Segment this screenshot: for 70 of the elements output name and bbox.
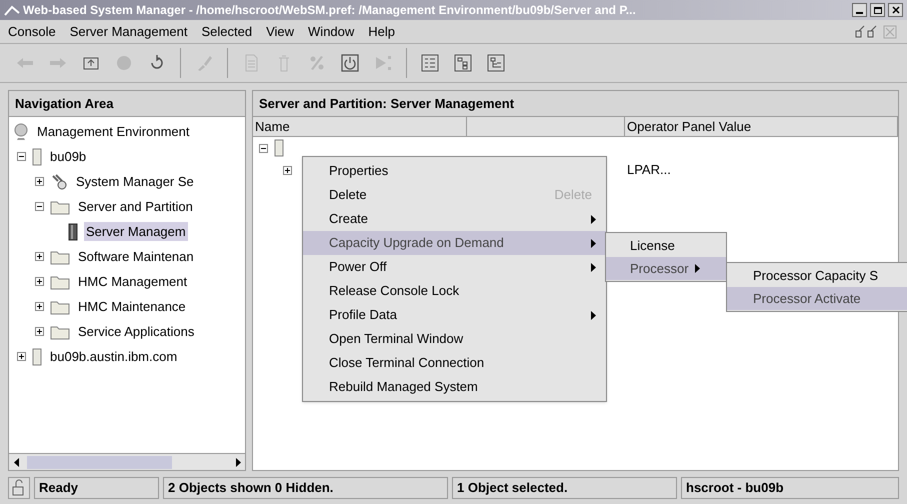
menu-item[interactable]: Processor Capacity S <box>727 264 907 287</box>
menu-item[interactable]: Processor <box>606 257 726 280</box>
server-icon <box>32 348 42 366</box>
menu-item[interactable]: Processor Activate <box>727 287 907 310</box>
menu-item[interactable]: Properties <box>303 159 606 183</box>
folder-icon <box>50 198 70 214</box>
folder-icon <box>50 298 70 314</box>
tree-item[interactable]: Software Maintenan <box>76 246 196 266</box>
expand-toggle-icon[interactable] <box>35 177 44 186</box>
minimize-button[interactable] <box>852 3 867 17</box>
tree-item[interactable]: HMC Management <box>76 272 190 292</box>
close-button[interactable] <box>888 3 903 17</box>
rack-icon <box>68 222 78 240</box>
maximize-button[interactable] <box>870 3 885 17</box>
menu-item[interactable]: License <box>606 234 726 257</box>
tree-item[interactable]: Server Managem <box>84 222 188 242</box>
column-header[interactable]: Name <box>253 117 467 136</box>
tree-item[interactable]: Server and Partition <box>76 196 195 216</box>
menu-item[interactable]: Open Terminal Window <box>303 327 606 351</box>
status-field: hscroot - bu09b <box>681 476 899 498</box>
tree-item[interactable]: bu09b <box>48 146 88 166</box>
scroll-right-icon[interactable] <box>236 458 240 466</box>
column-header[interactable]: Operator Panel Value <box>625 117 898 136</box>
menu-item[interactable]: Capacity Upgrade on Demand <box>303 231 606 255</box>
menu-item[interactable]: Server Management <box>70 22 188 42</box>
folder-icon <box>50 274 70 290</box>
expand-toggle-icon[interactable] <box>35 252 44 261</box>
lock-icon <box>8 476 30 498</box>
menu-item[interactable]: Release Console Lock <box>303 279 606 303</box>
menu-item[interactable]: Rebuild Managed System <box>303 375 606 399</box>
menu-item[interactable]: Selected <box>201 22 252 42</box>
menu-item[interactable]: Close Terminal Connection <box>303 351 606 375</box>
status-field: 2 Objects shown 0 Hidden. <box>163 476 448 498</box>
tree-item[interactable]: Service Applications <box>76 322 196 342</box>
status-field: Ready <box>34 476 159 498</box>
tree-item[interactable]: Management Environment <box>35 122 192 142</box>
tree-item[interactable]: System Manager Se <box>74 172 196 192</box>
expand-toggle-icon[interactable] <box>35 302 44 311</box>
expand-toggle-icon[interactable] <box>35 277 44 286</box>
menu-item[interactable]: Delete Delete <box>303 183 606 207</box>
app-icon <box>4 3 20 17</box>
menu-item[interactable]: Help <box>368 22 396 42</box>
tree-item[interactable]: bu09b.austin.ibm.com <box>48 346 180 366</box>
menu-item[interactable]: Console <box>8 22 56 42</box>
folder-icon <box>50 324 70 340</box>
collapse-toggle-icon[interactable] <box>35 202 44 211</box>
server-icon <box>274 139 284 157</box>
expand-toggle-icon[interactable] <box>17 352 26 361</box>
close-icon <box>892 6 900 14</box>
tree-item[interactable]: HMC Maintenance <box>76 296 188 316</box>
menu-item[interactable]: Profile Data <box>303 303 606 327</box>
table-cell-text: LPAR... <box>626 161 672 180</box>
shortcut-label: Delete <box>554 186 592 204</box>
status-field: 1 Object selected. <box>452 476 677 498</box>
window-title: Web-based System Manager - /home/hscroot/WebSM.pref: /Management Environment/bu09b/Server and P... <box>23 2 637 19</box>
globe-icon <box>13 122 29 140</box>
collapse-toggle-icon[interactable] <box>259 144 268 152</box>
window-controls-icon <box>855 24 899 38</box>
server-icon <box>32 148 42 166</box>
horizontal-scrollbar[interactable] <box>9 453 245 470</box>
expand-toggle-icon[interactable] <box>283 166 292 174</box>
menu-item[interactable]: View <box>266 22 294 42</box>
expand-toggle-icon[interactable] <box>35 327 44 336</box>
menu-item[interactable]: Window <box>308 22 354 42</box>
menu-item[interactable]: Create <box>303 207 606 231</box>
folder-icon <box>50 248 70 264</box>
collapse-toggle-icon[interactable] <box>17 152 26 161</box>
scroll-left-icon[interactable] <box>14 458 18 466</box>
menu-item[interactable]: Power Off <box>303 255 606 279</box>
tools-icon <box>50 172 68 190</box>
